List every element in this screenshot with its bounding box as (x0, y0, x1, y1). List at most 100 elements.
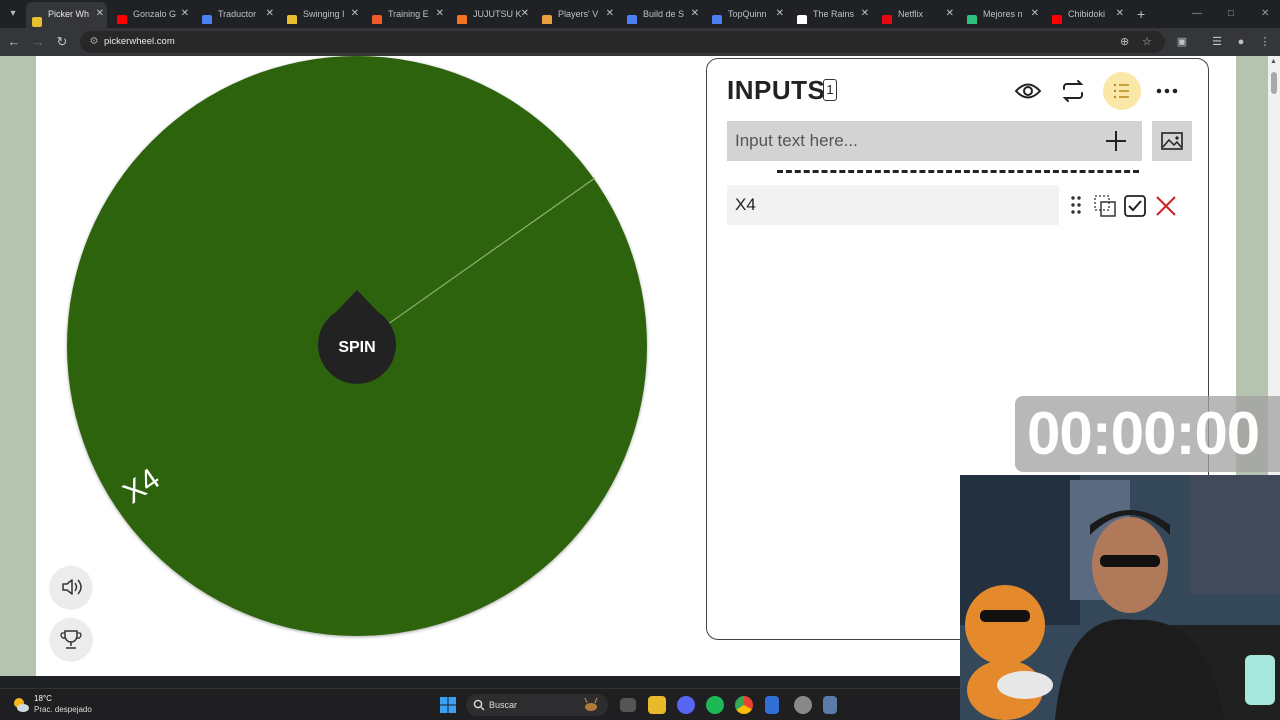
url-text: pickerwheel.com (104, 36, 175, 47)
tab-title: Players' V (558, 9, 599, 19)
browser-tab[interactable]: Training E ✕ (366, 4, 447, 24)
browser-tab[interactable]: Picker Wh ✕ (26, 2, 107, 28)
browser-tab[interactable]: Players' V ✕ (536, 4, 617, 24)
more-icon (1156, 88, 1178, 94)
close-window-button[interactable]: ✕ (1261, 4, 1269, 24)
browser-tab[interactable]: The Rains ✕ (791, 4, 872, 24)
tab-search-button[interactable]: ▾ (4, 5, 22, 23)
delete-icon[interactable] (1154, 194, 1176, 216)
tab-favicon-icon (627, 15, 637, 24)
browser-tab[interactable]: TopQuinn ✕ (706, 4, 787, 24)
tab-favicon-icon (202, 15, 212, 24)
tab-close-icon[interactable]: ✕ (96, 2, 104, 26)
tab-favicon-icon (797, 15, 807, 24)
tab-favicon-icon (1052, 15, 1062, 24)
minimize-button[interactable]: — (1192, 4, 1202, 24)
tab-close-icon[interactable]: ✕ (691, 4, 699, 24)
weather-icon[interactable] (12, 696, 30, 714)
file-explorer-icon[interactable] (648, 696, 666, 714)
bookmark-star-icon[interactable]: ☆ (1142, 31, 1152, 53)
entry-label: X4 (735, 195, 756, 214)
divider (777, 170, 1139, 173)
tab-favicon-icon (542, 15, 552, 24)
browser-tab[interactable]: Gonzalo G ✕ (111, 4, 192, 24)
tab-strip: ▾ Picker Wh ✕ Gonzalo G ✕ Traductor ✕ Swinging… (0, 0, 1280, 28)
extensions-icon[interactable]: ▣ (1172, 32, 1192, 52)
taskbar-search[interactable]: Buscar (466, 694, 608, 716)
notepad-icon[interactable] (765, 696, 779, 714)
browser-toolbar: ← → ↻ ⚙ pickerwheel.com ⊕ ☆ ▣ ☰ ● ⋮ (0, 28, 1280, 56)
tab-close-icon[interactable]: ✕ (861, 4, 869, 24)
search-icon (473, 699, 485, 711)
browser-tab[interactable]: Chibidoki ✕ (1046, 4, 1127, 24)
browser-tab[interactable]: JUJUTSU K ✕ (451, 4, 532, 24)
webcam-overlay (960, 475, 1280, 720)
tab-favicon-icon (967, 15, 977, 24)
chrome-icon[interactable] (735, 696, 753, 714)
new-tab-button[interactable]: + (1137, 4, 1151, 24)
add-entry-button[interactable] (1102, 127, 1130, 155)
tab-title: JUJUTSU K (473, 9, 522, 19)
tab-favicon-icon (32, 17, 42, 27)
list-view-button[interactable] (1103, 72, 1141, 110)
sound-toggle-button[interactable] (50, 566, 92, 608)
drag-handle-icon[interactable] (1065, 194, 1087, 216)
hide-toggle-button[interactable] (1012, 75, 1044, 107)
tab-title: Build de S (643, 9, 685, 19)
tab-close-icon[interactable]: ✕ (1116, 4, 1124, 24)
tab-title: Traductor (218, 9, 257, 19)
tab-title: Chibidoki (1068, 9, 1106, 19)
tab-close-icon[interactable]: ✕ (1031, 4, 1039, 24)
tab-title: Netflix (898, 9, 924, 19)
more-options-button[interactable] (1151, 75, 1183, 107)
windows-start-icon[interactable] (440, 697, 456, 713)
forward-button[interactable]: → (28, 32, 48, 52)
tab-title: Gonzalo G (133, 9, 177, 19)
tab-favicon-icon (882, 15, 892, 24)
reload-button[interactable]: ↻ (52, 32, 72, 52)
browser-tab[interactable]: Netflix ✕ (876, 4, 957, 24)
tab-favicon-icon (117, 15, 127, 24)
tab-title: Picker Wh (48, 9, 90, 19)
tab-close-icon[interactable]: ✕ (181, 4, 189, 24)
results-button[interactable] (50, 618, 92, 660)
browser-tab[interactable]: Mejores n ✕ (961, 4, 1042, 24)
calculator-icon[interactable] (823, 696, 837, 714)
tab-close-icon[interactable]: ✕ (776, 4, 784, 24)
scroll-thumb[interactable] (1271, 72, 1277, 94)
browser-tab[interactable]: Swinging I ✕ (281, 4, 362, 24)
tab-favicon-icon (712, 15, 722, 24)
zoom-icon[interactable]: ⊕ (1120, 31, 1129, 53)
obs-icon[interactable] (794, 696, 812, 714)
tab-close-icon[interactable]: ✕ (351, 4, 359, 24)
list-item[interactable]: X4 (727, 185, 1059, 225)
tab-close-icon[interactable]: ✕ (436, 4, 444, 24)
site-info-icon[interactable]: ⚙ (87, 35, 101, 49)
task-view-icon[interactable] (620, 698, 636, 712)
discord-icon[interactable] (677, 696, 695, 714)
list-icon (1113, 83, 1129, 99)
tab-close-icon[interactable]: ✕ (606, 4, 614, 24)
profile-avatar[interactable]: ● (1231, 32, 1251, 52)
tab-close-icon[interactable]: ✕ (266, 4, 274, 24)
tab-close-icon[interactable]: ✕ (946, 4, 954, 24)
tab-title: Mejores n (983, 9, 1023, 19)
tab-title: The Rains (813, 9, 855, 19)
maximize-button[interactable]: □ (1228, 4, 1234, 24)
browser-menu-icon[interactable]: ⋮ (1255, 32, 1275, 52)
browser-tab[interactable]: Traductor ✕ (196, 4, 277, 24)
shuffle-button[interactable] (1057, 75, 1089, 107)
duplicate-icon[interactable] (1093, 194, 1116, 217)
entry-text-input[interactable] (727, 121, 1142, 161)
media-control-icon[interactable]: ☰ (1207, 32, 1227, 52)
panel-title: INPUTS (727, 75, 826, 105)
back-button[interactable]: ← (4, 32, 24, 52)
add-image-button[interactable] (1152, 121, 1192, 161)
scroll-up-icon[interactable]: ▲ (1270, 58, 1277, 65)
browser-tab[interactable]: Build de S ✕ (621, 4, 702, 24)
checkbox-icon[interactable] (1123, 194, 1146, 217)
spotify-icon[interactable] (706, 696, 724, 714)
tab-favicon-icon (457, 15, 467, 24)
address-bar[interactable]: ⚙ pickerwheel.com ⊕ ☆ (80, 31, 1165, 53)
tab-close-icon[interactable]: ✕ (521, 4, 529, 24)
